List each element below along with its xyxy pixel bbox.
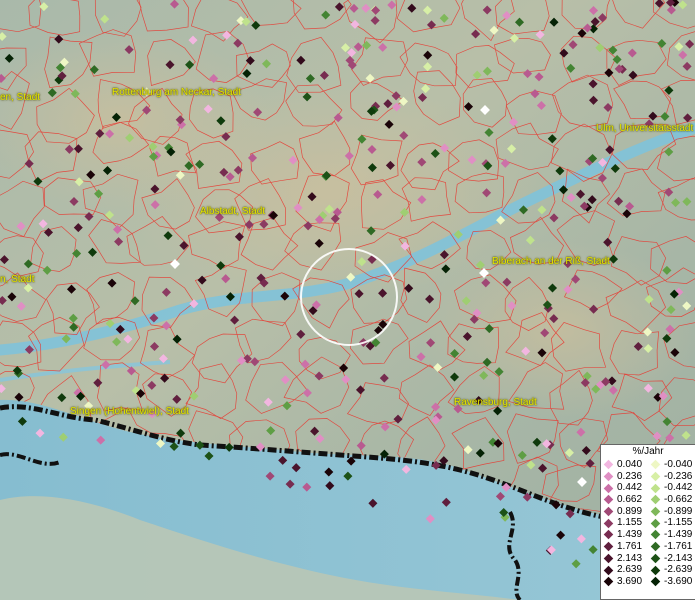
legend-label: -1.761 bbox=[664, 540, 693, 552]
legend-label: 1.155 bbox=[617, 517, 643, 529]
legend-row: 1.155 bbox=[601, 517, 642, 529]
terrain-highland bbox=[420, 240, 695, 420]
legend-row: -0.040 bbox=[648, 459, 692, 471]
legend-row: -0.236 bbox=[648, 471, 692, 483]
legend-swatch bbox=[603, 506, 614, 517]
legend-label: 0.662 bbox=[617, 494, 643, 506]
legend-label: -3.690 bbox=[664, 575, 693, 587]
legend-row: -2.143 bbox=[648, 553, 692, 565]
legend-label: 3.690 bbox=[617, 575, 643, 587]
legend-row: 0.662 bbox=[601, 494, 642, 506]
legend-label: -0.442 bbox=[664, 482, 693, 494]
legend-swatch bbox=[603, 576, 614, 587]
legend-swatch bbox=[603, 495, 614, 505]
city-label-rottenburg: Rottenburg am Neckar, Stadt bbox=[112, 87, 241, 98]
legend-label: 0.442 bbox=[617, 482, 643, 494]
legend-swatch bbox=[650, 506, 661, 517]
legend-swatch bbox=[603, 553, 614, 564]
city-label-biberach: Biberach an der Riß, Stadt bbox=[492, 256, 610, 267]
legend-row: 0.236 bbox=[601, 471, 642, 483]
legend-swatch bbox=[603, 565, 614, 575]
legend-swatch bbox=[650, 518, 661, 529]
legend-row: 1.761 bbox=[601, 541, 642, 553]
legend-label: 0.236 bbox=[617, 470, 643, 482]
city-label-partial: en, Stadt bbox=[0, 92, 41, 103]
city-label-albstadt: Albstadt, Stadt bbox=[200, 206, 266, 217]
relief-map[interactable] bbox=[0, 0, 695, 600]
legend-swatch bbox=[650, 553, 661, 564]
legend-row: -0.442 bbox=[648, 482, 692, 494]
legend-row: -0.899 bbox=[648, 506, 692, 518]
legend-label: -1.155 bbox=[664, 517, 693, 529]
legend-row: -2.639 bbox=[648, 564, 692, 576]
legend-negative-column: -0.040 -0.236 -0.442 -0.662 -0.899 -1.155 -1.4… bbox=[648, 459, 692, 588]
city-label-partial: n, Stadt bbox=[0, 274, 35, 285]
legend-swatch bbox=[650, 483, 661, 493]
legend-swatch bbox=[650, 576, 661, 587]
legend-swatch bbox=[650, 565, 661, 575]
legend-row: 2.143 bbox=[601, 553, 642, 565]
city-label-ravensburg: Ravensburg, Stadt bbox=[454, 397, 537, 408]
legend-label: -0.040 bbox=[664, 459, 693, 470]
legend-swatch bbox=[603, 541, 614, 552]
legend-row: 0.040 bbox=[601, 459, 642, 471]
legend-label: 0.040 bbox=[617, 459, 643, 470]
legend-swatch bbox=[603, 471, 614, 482]
legend-label: -2.143 bbox=[664, 552, 693, 564]
legend: %/Jahr 0.040 0.236 0.442 0.662 0.899 1.155 1.4… bbox=[600, 444, 695, 600]
legend-row: 1.439 bbox=[601, 529, 642, 541]
legend-row: -1.155 bbox=[648, 517, 692, 529]
legend-row: -1.761 bbox=[648, 541, 692, 553]
legend-swatch bbox=[603, 530, 614, 540]
legend-label: -0.899 bbox=[664, 505, 693, 517]
legend-title: %/Jahr bbox=[632, 446, 664, 457]
legend-label: 2.143 bbox=[617, 552, 643, 564]
city-label-singen: Singen (Hohentwiel), Stadt bbox=[70, 406, 189, 417]
city-label-ulm: Ulm, Universitätsstadt bbox=[596, 123, 694, 134]
legend-label: 1.761 bbox=[617, 540, 643, 552]
legend-label: -1.439 bbox=[664, 529, 693, 541]
legend-swatch bbox=[650, 530, 661, 540]
legend-label: 0.899 bbox=[617, 505, 643, 517]
legend-swatch bbox=[650, 541, 661, 552]
legend-row: -0.662 bbox=[648, 494, 692, 506]
legend-swatch bbox=[650, 460, 661, 470]
legend-swatch bbox=[650, 471, 661, 482]
legend-swatch bbox=[650, 495, 661, 505]
legend-row: 3.690 bbox=[601, 576, 642, 588]
legend-positive-column: 0.040 0.236 0.442 0.662 0.899 1.155 1.439 1.761… bbox=[601, 459, 642, 588]
legend-row: -1.439 bbox=[648, 529, 692, 541]
legend-label: -0.662 bbox=[664, 494, 693, 506]
legend-row: 2.639 bbox=[601, 564, 642, 576]
legend-label: -0.236 bbox=[664, 470, 693, 482]
legend-row: 0.899 bbox=[601, 506, 642, 518]
legend-label: 2.639 bbox=[617, 564, 643, 576]
legend-swatch bbox=[603, 483, 614, 493]
legend-label: -2.639 bbox=[664, 564, 693, 576]
legend-swatch bbox=[603, 460, 614, 470]
legend-row: -3.690 bbox=[648, 576, 692, 588]
legend-row: 0.442 bbox=[601, 482, 642, 494]
legend-swatch bbox=[603, 518, 614, 529]
legend-label: 1.439 bbox=[617, 529, 643, 541]
